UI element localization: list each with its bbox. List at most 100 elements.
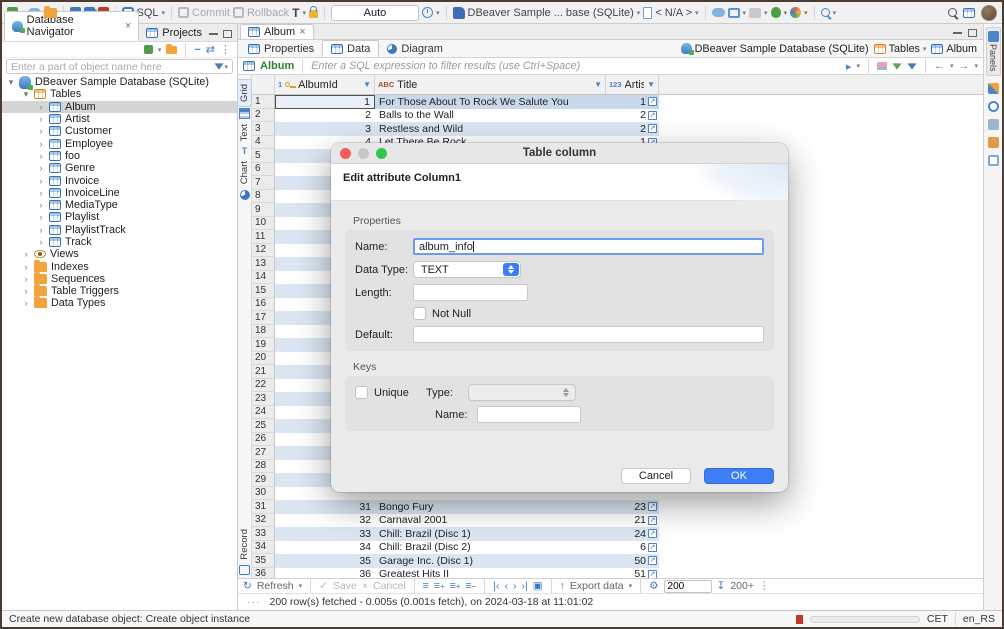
row-number[interactable]: 29	[252, 473, 275, 487]
tree-chevron-icon[interactable]: ›	[37, 114, 45, 124]
table-row[interactable]: 3333Chill: Brazil (Disc 1)24↗	[252, 527, 983, 541]
timezone-label[interactable]: CET	[927, 613, 948, 625]
row-number[interactable]: 7	[252, 176, 275, 190]
row-number[interactable]: 25	[252, 419, 275, 433]
tree-item-mediatype[interactable]: ›MediaType	[2, 199, 237, 211]
row-number[interactable]: 30	[252, 487, 275, 501]
table-row[interactable]: 11For Those About To Rock We Salute You1…	[252, 95, 983, 109]
clear-filter-icon[interactable]	[877, 62, 887, 70]
cell-title[interactable]: Chill: Brazil (Disc 1)	[375, 527, 606, 541]
close-icon[interactable]: ×	[125, 20, 131, 32]
chevron-down-icon[interactable]: ▾	[629, 582, 633, 590]
tree-chevron-icon[interactable]: ›	[37, 151, 45, 161]
row-number[interactable]: 36	[252, 568, 275, 579]
column-name-input[interactable]: album_info	[413, 238, 764, 255]
row-number[interactable]: 31	[252, 500, 275, 514]
minimize-icon[interactable]	[953, 32, 962, 34]
apply-filter-icon[interactable]: ▸	[846, 60, 852, 73]
tree-item-playlist[interactable]: ›Playlist	[2, 211, 237, 223]
default-input[interactable]	[413, 326, 764, 343]
rollback-button[interactable]: Rollback	[233, 7, 289, 19]
user-avatar[interactable]	[981, 5, 997, 21]
first-page-icon[interactable]: |‹	[493, 580, 499, 592]
cell-title[interactable]: Greatest Hits II	[375, 568, 606, 579]
row-number[interactable]: 5	[252, 149, 275, 163]
row-number[interactable]: 20	[252, 352, 275, 366]
chevron-down-icon[interactable]: ▾	[299, 582, 303, 590]
cell-albumid[interactable]: 32	[275, 514, 375, 528]
duplicate-row-icon[interactable]: ≡+	[450, 580, 461, 592]
foreign-key-link-icon[interactable]: ↗	[648, 529, 657, 538]
cancel-button[interactable]: Cancel	[621, 468, 691, 484]
row-number[interactable]: 1	[252, 95, 275, 109]
refresh-icon[interactable]: ↻	[243, 580, 252, 592]
row-number[interactable]: 24	[252, 406, 275, 420]
tab-projects[interactable]: Projects	[139, 25, 209, 41]
tree-item-track[interactable]: ›Track	[2, 236, 237, 248]
tree-chevron-icon[interactable]: ›	[22, 249, 30, 259]
foreign-key-link-icon[interactable]: ↗	[648, 570, 657, 578]
quick-search-button[interactable]: ▾	[821, 8, 837, 17]
save-label[interactable]: Save	[333, 580, 357, 592]
settings-gear-icon[interactable]: ⚙	[649, 580, 658, 592]
cell-title[interactable]: Bongo Fury	[375, 500, 606, 514]
next-page-icon[interactable]: ›	[513, 580, 517, 592]
value-panel-icon[interactable]	[988, 83, 999, 94]
previous-page-icon[interactable]: ‹	[504, 580, 508, 592]
tree-chevron-icon[interactable]: ›	[37, 163, 45, 173]
breadcrumb-album[interactable]: Album	[931, 43, 977, 55]
cancel-icon[interactable]: ×	[362, 580, 368, 592]
export-label[interactable]: Export data	[570, 580, 624, 592]
row-number[interactable]: 16	[252, 298, 275, 312]
cell-albumid[interactable]: 34	[275, 541, 375, 555]
cell-albumid[interactable]: 2	[275, 109, 375, 123]
row-number[interactable]: 9	[252, 203, 275, 217]
row-number[interactable]: 2	[252, 109, 275, 123]
focus-cell-icon[interactable]: ▣	[533, 580, 543, 592]
datatype-select[interactable]: TEXT	[413, 261, 521, 278]
edit-value-icon[interactable]: ≡	[423, 580, 429, 592]
column-header-albumid[interactable]: 1AlbumId▼	[275, 75, 375, 94]
maximize-icon[interactable]	[968, 29, 977, 37]
row-number[interactable]: 8	[252, 190, 275, 204]
stop-task-icon[interactable]	[796, 615, 803, 624]
tree-item-album[interactable]: ›Album	[2, 101, 237, 113]
lock-icon[interactable]	[309, 10, 318, 18]
tree-chevron-icon[interactable]: ›	[22, 286, 30, 296]
schema-selector-combo[interactable]: < N/A >▾	[643, 7, 698, 19]
tree-item-table-triggers[interactable]: ›Table Triggers	[2, 285, 237, 297]
tree-item-foo[interactable]: ›foo	[2, 150, 237, 162]
filter-dropdown-icon[interactable]: ▼	[363, 80, 371, 89]
tab-panels[interactable]: Panels	[986, 27, 1001, 76]
tab-record-mode[interactable]: Record	[238, 525, 251, 564]
cell-title[interactable]: Balls to the Wall	[375, 109, 606, 123]
maximize-icon[interactable]	[223, 30, 232, 38]
last-page-icon[interactable]: ›|	[521, 580, 527, 592]
row-number[interactable]: 33	[252, 527, 275, 541]
cell-title[interactable]: Garage Inc. (Disc 1)	[375, 554, 606, 568]
row-number[interactable]: 17	[252, 311, 275, 325]
breadcrumb-tables[interactable]: Tables▾	[874, 43, 927, 55]
length-input[interactable]	[413, 284, 528, 301]
tree-item-genre[interactable]: ›Genre	[2, 162, 237, 174]
link-with-editor-icon[interactable]: ⇄	[206, 43, 215, 56]
breadcrumb-database[interactable]: DBeaver Sample Database (SQLite)	[681, 43, 869, 55]
ok-button[interactable]: OK	[704, 468, 774, 484]
export-icon[interactable]: ↑	[560, 580, 565, 592]
foreign-key-link-icon[interactable]: ↗	[648, 543, 657, 552]
unique-checkbox[interactable]	[355, 386, 368, 399]
tree-item-indexes[interactable]: ›Indexes	[2, 260, 237, 272]
cell-albumid[interactable]: 35	[275, 554, 375, 568]
tab-grid-presentation[interactable]: Grid	[237, 79, 252, 107]
row-number[interactable]: 4	[252, 136, 275, 150]
tree-chevron-icon[interactable]: ›	[37, 102, 45, 112]
row-number[interactable]: 13	[252, 257, 275, 271]
tree-item-employee[interactable]: ›Employee	[2, 137, 237, 149]
tree-chevron-icon[interactable]: ›	[22, 262, 30, 272]
back-icon[interactable]: ←	[934, 60, 945, 72]
custom-filter-icon[interactable]	[907, 63, 916, 69]
cell-artistid[interactable]: 51↗	[606, 568, 659, 579]
tab-chart-presentation[interactable]: Chart	[238, 157, 251, 188]
cell-artistid[interactable]: 1↗	[606, 95, 659, 109]
foreign-key-link-icon[interactable]: ↗	[648, 516, 657, 525]
